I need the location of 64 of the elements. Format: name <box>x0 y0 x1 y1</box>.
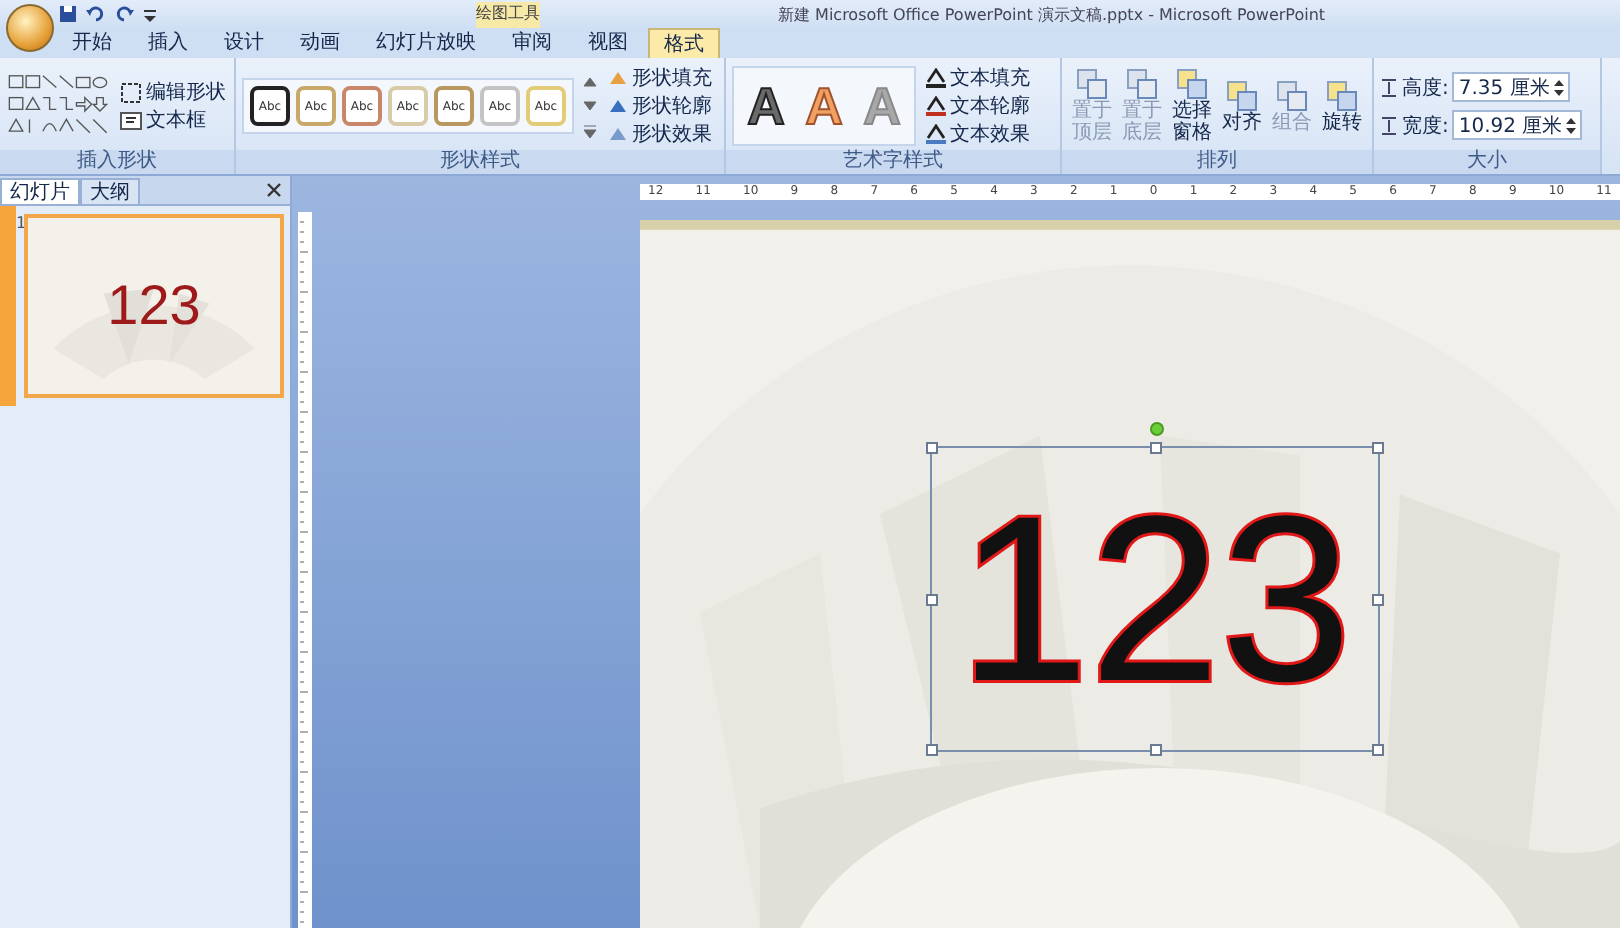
office-button[interactable] <box>6 4 54 52</box>
redo-icon[interactable] <box>114 4 134 24</box>
ribbon-tab[interactable]: 开始 <box>56 28 128 58</box>
edit-shape-button[interactable]: 编辑形状 <box>118 79 228 105</box>
text-format-button[interactable]: 文本填充 <box>924 65 1032 91</box>
group-label: 形状样式 <box>236 150 724 174</box>
edit-shape-icon <box>120 81 142 103</box>
shape-format-button[interactable]: 形状轮廓 <box>606 93 714 119</box>
group-label: 艺术字样式 <box>726 150 1060 174</box>
text-box-icon <box>120 109 142 131</box>
save-icon[interactable] <box>58 4 78 24</box>
panel-tab[interactable]: 幻灯片 <box>0 178 80 204</box>
ribbon-tab[interactable]: 视图 <box>572 28 644 58</box>
context-tab-label: 绘图工具 <box>476 2 540 28</box>
ribbon-tab[interactable]: 审阅 <box>496 28 568 58</box>
resize-handle[interactable] <box>926 442 938 454</box>
slide-thumbnail-row[interactable]: 1 123 <box>0 206 290 406</box>
shape-format-button[interactable]: 形状填充 <box>606 65 714 91</box>
text-format-button[interactable]: 文本轮廓 <box>924 93 1032 119</box>
text-box-button[interactable]: 文本框 <box>118 107 228 133</box>
shape-format-button[interactable]: 形状效果 <box>606 121 714 147</box>
layers-icon <box>1076 68 1108 100</box>
ribbon-tab[interactable]: 幻灯片放映 <box>360 28 492 58</box>
ribbon-tab[interactable]: 插入 <box>132 28 204 58</box>
resize-handle[interactable] <box>1372 442 1384 454</box>
dimension-icon <box>1380 115 1398 135</box>
layers-icon <box>1126 68 1158 100</box>
window-title: 新建 Microsoft Office PowerPoint 演示文稿.pptx - Microsoft PowerPoint <box>778 3 1326 25</box>
close-icon[interactable] <box>266 182 282 198</box>
layers-icon <box>1326 79 1358 111</box>
group-label: 排列 <box>1062 150 1372 174</box>
field-label: 宽度: <box>1402 113 1449 139</box>
size-spin-field[interactable]: 10.92 厘米 <box>1452 110 1583 140</box>
ribbon-tab[interactable]: 动画 <box>284 28 356 58</box>
group-label: 插入形状 <box>0 150 234 174</box>
layers-icon <box>1276 79 1308 111</box>
layers-icon <box>1226 79 1258 111</box>
resize-handle[interactable] <box>926 744 938 756</box>
wordart-style-sample[interactable]: A <box>740 74 792 138</box>
letter-format-icon <box>926 96 946 116</box>
layers-icon <box>1176 68 1208 100</box>
customize-icon[interactable] <box>142 4 158 24</box>
undo-icon[interactable] <box>86 4 106 24</box>
slide-thumbnail[interactable]: 123 <box>24 214 284 398</box>
slide-number: 1 <box>16 214 24 236</box>
group-label: 大小 <box>1374 150 1600 174</box>
ribbon-tab[interactable]: 格式 <box>648 28 720 58</box>
ribbon-tab[interactable]: 设计 <box>208 28 280 58</box>
resize-handle[interactable] <box>1372 744 1384 756</box>
dimension-icon <box>1380 77 1398 97</box>
arrange-button[interactable]: 旋转 <box>1318 79 1366 133</box>
text-format-button[interactable]: 文本效果 <box>924 121 1032 147</box>
letter-format-icon <box>926 68 946 88</box>
field-label: 高度: <box>1402 75 1449 101</box>
letter-format-icon <box>926 124 946 144</box>
spinner-icon <box>1566 115 1577 135</box>
thumbnail-text: 123 <box>107 274 201 338</box>
slide-text: 123 <box>958 481 1352 717</box>
arrange-button[interactable]: 选择窗格 <box>1168 68 1216 144</box>
size-spin-field[interactable]: 7.35 厘米 <box>1452 72 1570 102</box>
arrange-button[interactable]: 对齐 <box>1218 79 1266 133</box>
slide-canvas[interactable]: 123 <box>640 220 1620 928</box>
panel-tab[interactable]: 大纲 <box>80 178 140 204</box>
spinner-icon <box>1553 77 1564 97</box>
